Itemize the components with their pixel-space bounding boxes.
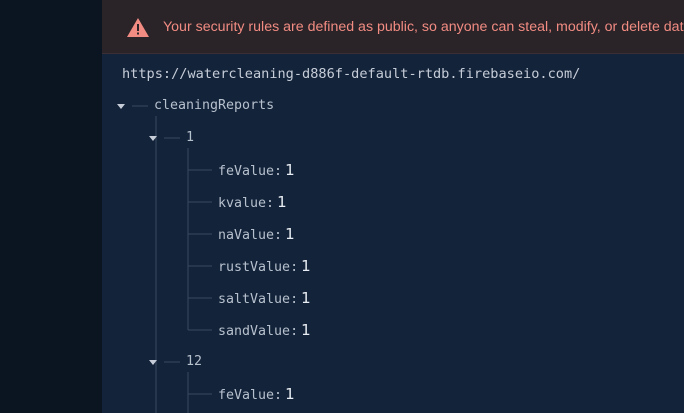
node-key: cleaningReports: [154, 98, 275, 113]
field-row[interactable]: feValue: 1: [218, 160, 295, 180]
field-colon: :: [274, 228, 283, 243]
field-value[interactable]: 1: [301, 257, 311, 275]
field-value[interactable]: 1: [285, 385, 295, 403]
field-row[interactable]: naValue: 1: [218, 224, 295, 244]
field-key: sandValue: [218, 324, 291, 339]
field-key: feValue: [218, 164, 275, 179]
field-value[interactable]: 1: [277, 193, 287, 211]
node-key: 12: [186, 354, 203, 369]
side-navigation-rail: [0, 0, 102, 413]
field-colon: :: [266, 196, 275, 211]
field-row[interactable]: feValue: 1: [218, 384, 295, 404]
collapse-caret-icon[interactable]: [116, 96, 126, 116]
field-colon: :: [290, 292, 299, 307]
field-key: saltValue: [218, 292, 291, 307]
field-colon: :: [290, 324, 299, 339]
field-row[interactable]: saltValue: 1: [218, 288, 311, 308]
field-colon: :: [274, 164, 283, 179]
field-value[interactable]: 1: [285, 225, 295, 243]
field-value[interactable]: 1: [301, 321, 311, 339]
field-row[interactable]: sandValue: 1: [218, 320, 311, 340]
field-key: naValue: [218, 228, 275, 243]
field-key: rustValue: [218, 260, 291, 275]
field-colon: :: [274, 388, 283, 403]
field-row[interactable]: rustValue: 1: [218, 256, 311, 276]
field-key: kvalue: [218, 196, 267, 211]
field-colon: :: [290, 260, 299, 275]
node-key: 1: [186, 130, 195, 145]
field-row[interactable]: kvalue: 1: [218, 192, 287, 212]
realtime-database-data-panel: Your security rules are defined as publi…: [102, 0, 684, 413]
collapse-caret-icon[interactable]: [148, 352, 158, 372]
field-key: feValue: [218, 388, 275, 403]
field-value[interactable]: 1: [285, 161, 295, 179]
collapse-caret-icon[interactable]: [148, 128, 158, 148]
field-value[interactable]: 1: [301, 289, 311, 307]
